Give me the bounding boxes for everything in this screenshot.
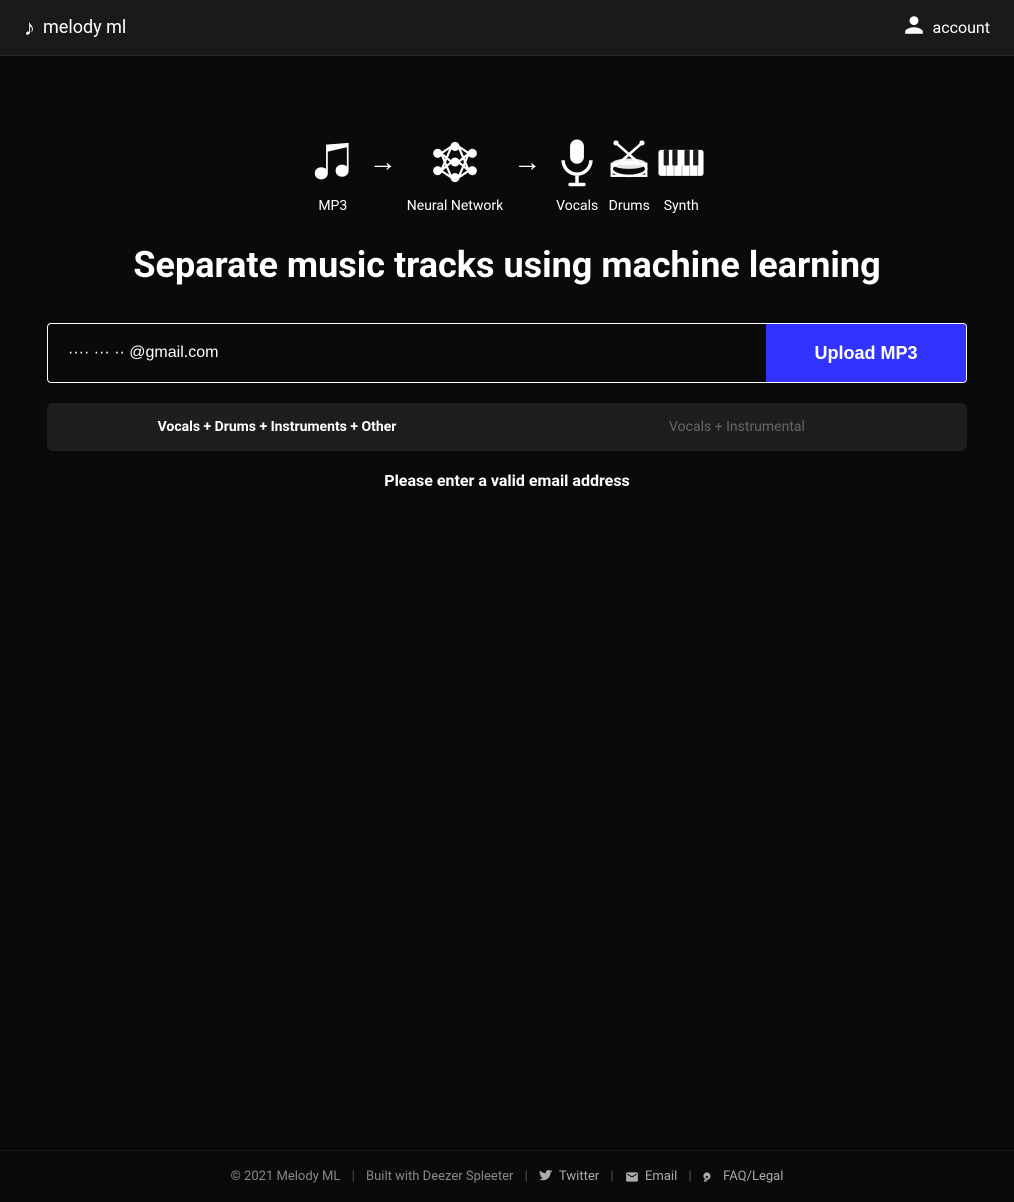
music-note-diagram-icon	[307, 136, 359, 188]
logo-text: melody ml	[43, 17, 126, 38]
twitter-link[interactable]: Twitter	[539, 1169, 602, 1184]
main-heading: Separate music tracks using machine lear…	[133, 244, 880, 287]
separation-tabs: Vocals + Drums + Instruments + Other Voc…	[47, 403, 967, 451]
upload-mp3-button[interactable]: Upload MP3	[766, 324, 966, 382]
diagram-item-mp3: MP3	[307, 136, 359, 214]
diagram-label-drums: Drums	[609, 198, 650, 214]
diagram-item-vocals: Vocals	[551, 136, 603, 214]
email-icon	[625, 1169, 645, 1184]
drums-icon	[603, 136, 655, 188]
person-icon	[903, 14, 925, 41]
separator-2: |	[525, 1169, 528, 1184]
neural-network-icon	[429, 136, 481, 188]
tab-vocals-drums-instruments[interactable]: Vocals + Drums + Instruments + Other	[47, 403, 507, 451]
faq-label: FAQ/Legal	[723, 1169, 783, 1184]
faq-link[interactable]: FAQ/Legal	[703, 1169, 784, 1184]
diagram: MP3 →	[307, 136, 707, 214]
microphone-icon	[551, 136, 603, 188]
email-label: Email	[645, 1169, 677, 1184]
upload-row: Upload MP3	[47, 323, 967, 383]
header: ♪ melody ml account	[0, 0, 1014, 56]
diagram-label-mp3: MP3	[318, 198, 347, 214]
diagram-label-vocals: Vocals	[556, 198, 598, 214]
twitter-icon	[539, 1169, 559, 1184]
arrow-2: →	[513, 145, 541, 206]
validation-message: Please enter a valid email address	[384, 471, 630, 490]
tab-vocals-instrumental[interactable]: Vocals + Instrumental	[507, 403, 967, 451]
key-icon	[703, 1169, 723, 1184]
diagram-label-neural: Neural Network	[407, 198, 503, 214]
twitter-label: Twitter	[559, 1169, 599, 1184]
separator-1: |	[352, 1169, 355, 1184]
diagram-item-synth: Synth	[655, 136, 707, 214]
music-note-icon: ♪	[24, 15, 35, 41]
diagram-item-neural: Neural Network	[407, 136, 503, 214]
account-label: account	[933, 18, 990, 37]
built-with-text: Built with Deezer Spleeter	[366, 1169, 513, 1184]
synth-icon	[655, 136, 707, 188]
footer: © 2021 Melody ML | Built with Deezer Spl…	[0, 1150, 1014, 1202]
copyright-text: © 2021 Melody ML	[231, 1169, 341, 1184]
diagram-item-drums: Drums	[603, 136, 655, 214]
arrow-1: →	[369, 145, 397, 206]
diagram-label-synth: Synth	[664, 198, 699, 214]
email-input[interactable]	[48, 324, 766, 382]
account-button[interactable]: account	[903, 14, 990, 41]
email-link[interactable]: Email	[625, 1169, 681, 1184]
logo[interactable]: ♪ melody ml	[24, 15, 126, 41]
separator-4: |	[688, 1169, 691, 1184]
separator-3: |	[610, 1169, 613, 1184]
main-content: MP3 →	[0, 56, 1014, 490]
